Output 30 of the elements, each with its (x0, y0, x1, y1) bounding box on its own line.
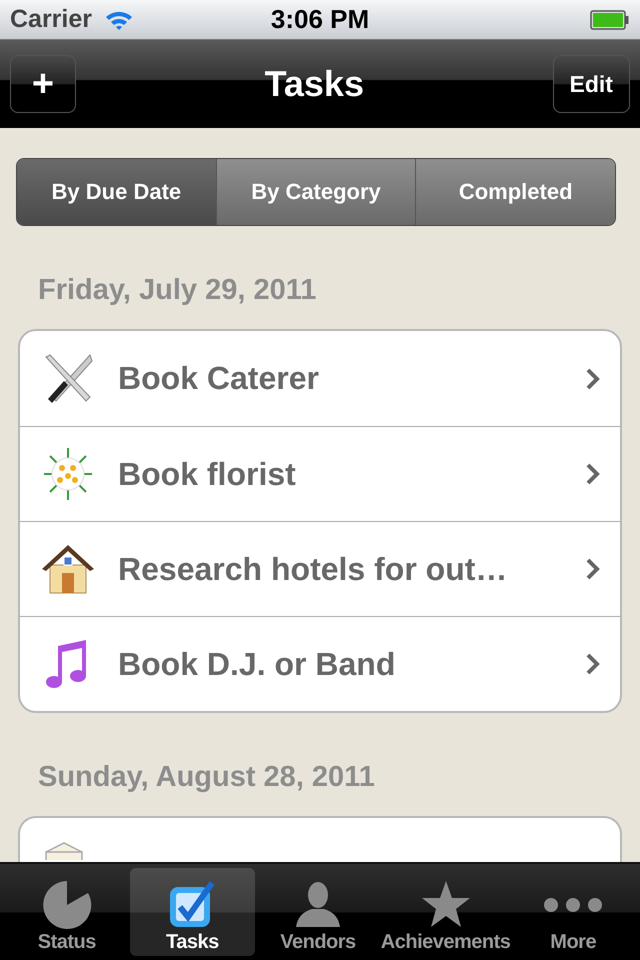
tab-bar-item[interactable]: More (510, 868, 636, 956)
chevron-right-icon (586, 463, 600, 485)
chevron-right-icon (586, 653, 600, 675)
task-row[interactable]: Research hotels for out… (20, 521, 620, 616)
section-header: Friday, July 29, 2011 (38, 274, 318, 307)
task-row[interactable]: Book florist (20, 426, 620, 521)
edit-button[interactable]: Edit (552, 55, 630, 113)
tab-bar-item[interactable]: Vendors (255, 868, 381, 956)
tab-bar-item[interactable]: Achievements (380, 868, 510, 956)
clock-time: 3:06 PM (270, 4, 370, 35)
section-header: Sunday, August 28, 2011 (38, 761, 376, 794)
chevron-right-icon (586, 368, 600, 390)
tab-bar-item[interactable]: Tasks (130, 868, 256, 956)
chevron-right-icon (586, 558, 600, 580)
segment-tab[interactable]: By Category (216, 159, 416, 225)
task-title: Book Caterer (118, 360, 320, 397)
more-dots-icon (543, 898, 604, 912)
battery-icon (590, 8, 630, 30)
task-title: Book florist (118, 456, 297, 492)
carrier-label: Carrier (10, 5, 92, 34)
task-row[interactable]: Book D.J. or Band (20, 616, 620, 711)
task-row[interactable]: Book Caterer (20, 331, 620, 426)
add-button[interactable]: + (10, 55, 76, 113)
segment-tab[interactable]: Completed (415, 159, 615, 225)
segment-tab[interactable]: By Due Date (17, 159, 216, 225)
tab-bar-item[interactable]: Status (4, 868, 130, 956)
screen-title: Tasks (264, 63, 364, 105)
task-title: Research hotels for out… (118, 550, 508, 588)
task-title: Book D.J. or Band (118, 646, 396, 682)
pie-chart-icon (40, 879, 93, 931)
